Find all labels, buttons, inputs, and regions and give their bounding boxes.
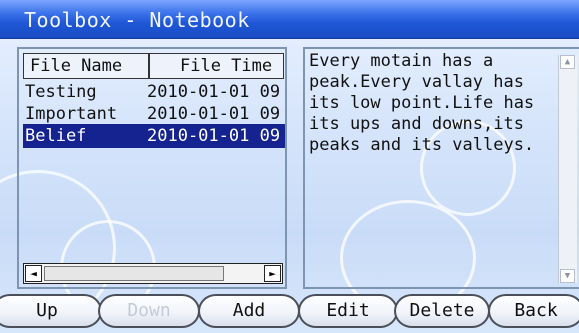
scroll-left-icon[interactable]: ◄ [25,265,42,282]
up-button[interactable]: Up [0,294,102,328]
file-time: 2010-01-01 09 [147,82,281,102]
vertical-scrollbar[interactable]: ▲ ▼ [558,55,577,283]
back-button[interactable]: Back [488,294,579,328]
scroll-right-icon[interactable]: ► [264,265,281,282]
note-text: Every motain has a peak.Every vallay has… [309,51,535,155]
add-button[interactable]: Add [198,294,300,328]
title-bar: Toolbox - Notebook [0,0,579,39]
file-name: Important [25,104,118,124]
softkey-bar: Up Down Add Edit Delete Back [0,292,579,333]
file-time: 2010-01-01 09 [147,104,281,124]
window-title: Toolbox - Notebook [24,8,250,32]
scroll-thumb[interactable] [44,266,224,281]
notebook-screen: Toolbox - Notebook File Name File Time T… [0,0,579,333]
file-row-important[interactable]: Important 2010-01-01 09 [23,102,285,126]
file-list-panel: File Name File Time Testing 2010-01-01 0… [17,47,287,289]
down-button[interactable]: Down [98,294,200,328]
file-name: Belief [25,126,87,146]
note-preview-panel[interactable]: Every motain has a peak.Every vallay has… [303,47,579,289]
file-time: 2010-01-01 09 [147,126,281,146]
column-header-file-name[interactable]: File Name [23,53,149,79]
column-header-file-time[interactable]: File Time [149,53,284,79]
scroll-up-icon[interactable]: ▲ [560,55,575,69]
delete-button[interactable]: Delete [394,294,490,328]
horizontal-scrollbar[interactable]: ◄ ► [23,263,283,284]
file-row-belief[interactable]: Belief 2010-01-01 09 [23,124,285,148]
file-name: Testing [25,82,97,102]
file-row-testing[interactable]: Testing 2010-01-01 09 [23,80,285,104]
edit-button[interactable]: Edit [298,294,398,328]
scroll-down-icon[interactable]: ▼ [560,269,575,283]
